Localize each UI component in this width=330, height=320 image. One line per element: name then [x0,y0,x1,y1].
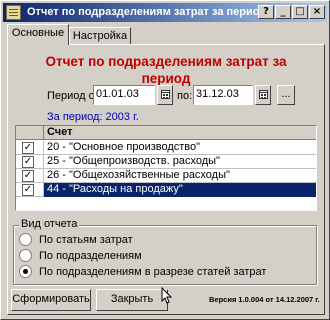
close-button[interactable]: Закрыть [96,289,168,311]
report-type-option-label[interactable]: По подразделениям в разрезе статей затра… [39,266,266,278]
row-checkbox[interactable]: ✓ [22,156,34,168]
period-from-field[interactable]: 01.01.03 [93,85,155,105]
account-name: 26 - "Общехозяйственные расходы" [47,169,230,181]
report-type-radio-by-departments-and-items[interactable] [19,265,32,278]
report-type-option-label[interactable]: По подразделениям [39,250,142,262]
checkbox-column-header [16,126,44,140]
close-window-button[interactable]: × [309,5,325,19]
calendar-icon [161,90,170,99]
row-checkbox[interactable]: ✓ [22,170,34,182]
period-to-label: по: [177,90,193,102]
report-type-label: Вид отчета [19,218,80,230]
period-from-label: Период с: [47,90,98,102]
app-icon [6,5,21,20]
report-type-radio-by-cost-items[interactable] [19,233,32,246]
tab-settings[interactable]: Настройка [69,27,131,45]
report-type-radio-by-departments[interactable] [19,249,32,262]
report-type-option-label[interactable]: По статьям затрат [39,234,133,246]
grid-header: Счет [16,126,316,140]
table-row[interactable]: ✓ 26 - "Общехозяйственные расходы" [16,169,316,183]
calendar-icon [259,90,268,99]
table-row-empty[interactable] [16,197,316,210]
period-to-field[interactable]: 31.12.03 [193,85,253,105]
account-column-header[interactable]: Счет [44,126,316,140]
mouse-cursor-icon [161,287,173,304]
period-to-calendar-button[interactable] [255,85,271,105]
report-window: Отчет по подразделениям затрат за период… [0,0,330,320]
account-name: 25 - "Общепроизводств. расходы" [47,155,220,167]
account-name: 44 - "Расходы на продажу" [44,183,316,197]
accounts-grid[interactable]: Счет ✓ 20 - "Основное производство" ✓ 25… [15,125,317,211]
version-label: Версия 1.0.004 от 14.12.2007 г. [209,295,320,304]
account-name: 20 - "Основное производство" [47,141,201,153]
period-info: За период: 2003 г. [47,111,139,123]
period-from-calendar-button[interactable] [157,85,173,105]
maximize-button[interactable]: □ [292,5,308,19]
tab-main[interactable]: Основные [7,24,69,45]
generate-button[interactable]: Сформировать [11,289,91,311]
period-select-button[interactable]: ... [277,85,295,105]
row-checkbox[interactable]: ✓ [22,142,34,154]
title-bar[interactable]: Отчет по подразделениям затрат за период… [3,3,327,22]
report-title: Отчет по подразделениям затрат за период [45,54,287,86]
table-row[interactable]: ✓ 44 - "Расходы на продажу" [16,183,316,197]
table-row[interactable]: ✓ 25 - "Общепроизводств. расходы" [16,155,316,169]
row-checkbox[interactable]: ✓ [22,184,34,196]
table-row[interactable]: ✓ 20 - "Основное производство" [16,141,316,155]
window-title: Отчет по подразделениям затрат за период [27,6,267,18]
help-button[interactable]: ? [258,5,274,19]
minimize-button[interactable]: _ [275,5,291,19]
